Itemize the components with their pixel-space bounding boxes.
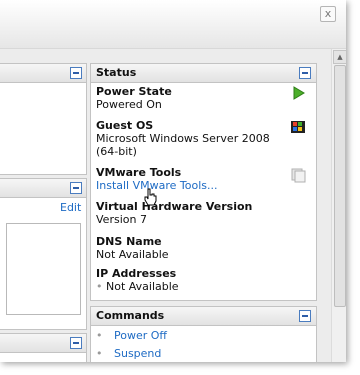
collapse-icon[interactable]	[70, 67, 82, 79]
ip-addresses-text: Not Available	[106, 280, 179, 293]
status-panel-header: Status	[91, 64, 316, 83]
bullet-icon: •	[96, 347, 103, 360]
notes-box[interactable]	[6, 223, 81, 315]
status-panel-title: Status	[96, 66, 137, 79]
dns-name-value: Not Available	[96, 248, 169, 261]
left-panel-top-header	[0, 64, 86, 83]
edit-link[interactable]: Edit	[60, 201, 81, 214]
bullet-icon: •	[96, 280, 103, 293]
power-state-label: Power State	[96, 85, 172, 98]
dns-name-label: DNS Name	[96, 235, 162, 248]
power-state-value: Powered On	[96, 98, 162, 111]
commands-panel-header: Commands	[91, 307, 316, 326]
command-item[interactable]: • Power Off	[96, 329, 167, 342]
command-item[interactable]: • Suspend	[96, 347, 161, 360]
collapse-icon[interactable]	[299, 310, 311, 322]
status-panel: Status Power State Powered On Guest OS M…	[90, 63, 317, 301]
hardware-version-label: Virtual Hardware Version	[96, 200, 253, 213]
close-button[interactable]: x	[320, 6, 336, 22]
windows-logo-icon	[291, 121, 305, 133]
left-panel-bottom-header	[0, 334, 86, 353]
power-off-link[interactable]: Power Off	[114, 329, 167, 342]
bullet-icon: •	[96, 329, 103, 342]
left-panel-middle-header	[0, 179, 86, 198]
vmware-tools-label: VMware Tools	[96, 166, 182, 179]
vertical-scrollbar[interactable]: ▲	[331, 49, 346, 362]
collapse-icon[interactable]	[70, 182, 82, 194]
collapse-icon[interactable]	[70, 337, 82, 349]
commands-panel-title: Commands	[96, 309, 165, 322]
collapse-icon[interactable]	[299, 67, 311, 79]
play-icon	[293, 86, 305, 100]
app-window: x Edit Status Power State Powered On Gue…	[0, 0, 346, 362]
left-panel-top	[0, 63, 87, 175]
left-panel-bottom	[0, 333, 87, 362]
scroll-thumb[interactable]	[334, 65, 346, 307]
commands-panel: Commands • Power Off • Suspend	[90, 306, 317, 362]
hardware-version-value: Version 7	[96, 213, 147, 226]
ip-addresses-label: IP Addresses	[96, 267, 177, 280]
suspend-link[interactable]: Suspend	[114, 347, 161, 360]
tools-icon	[291, 168, 306, 183]
left-panel-middle: Edit	[0, 178, 87, 330]
hand-cursor-icon	[144, 188, 157, 206]
title-bar: x	[0, 0, 346, 49]
guest-os-label: Guest OS	[96, 119, 154, 132]
ip-addresses-value: • Not Available	[96, 280, 179, 293]
guest-os-value-line2: (64-bit)	[96, 145, 137, 158]
guest-os-value-line1: Microsoft Windows Server 2008	[96, 132, 270, 145]
scroll-up-icon[interactable]: ▲	[333, 50, 346, 64]
